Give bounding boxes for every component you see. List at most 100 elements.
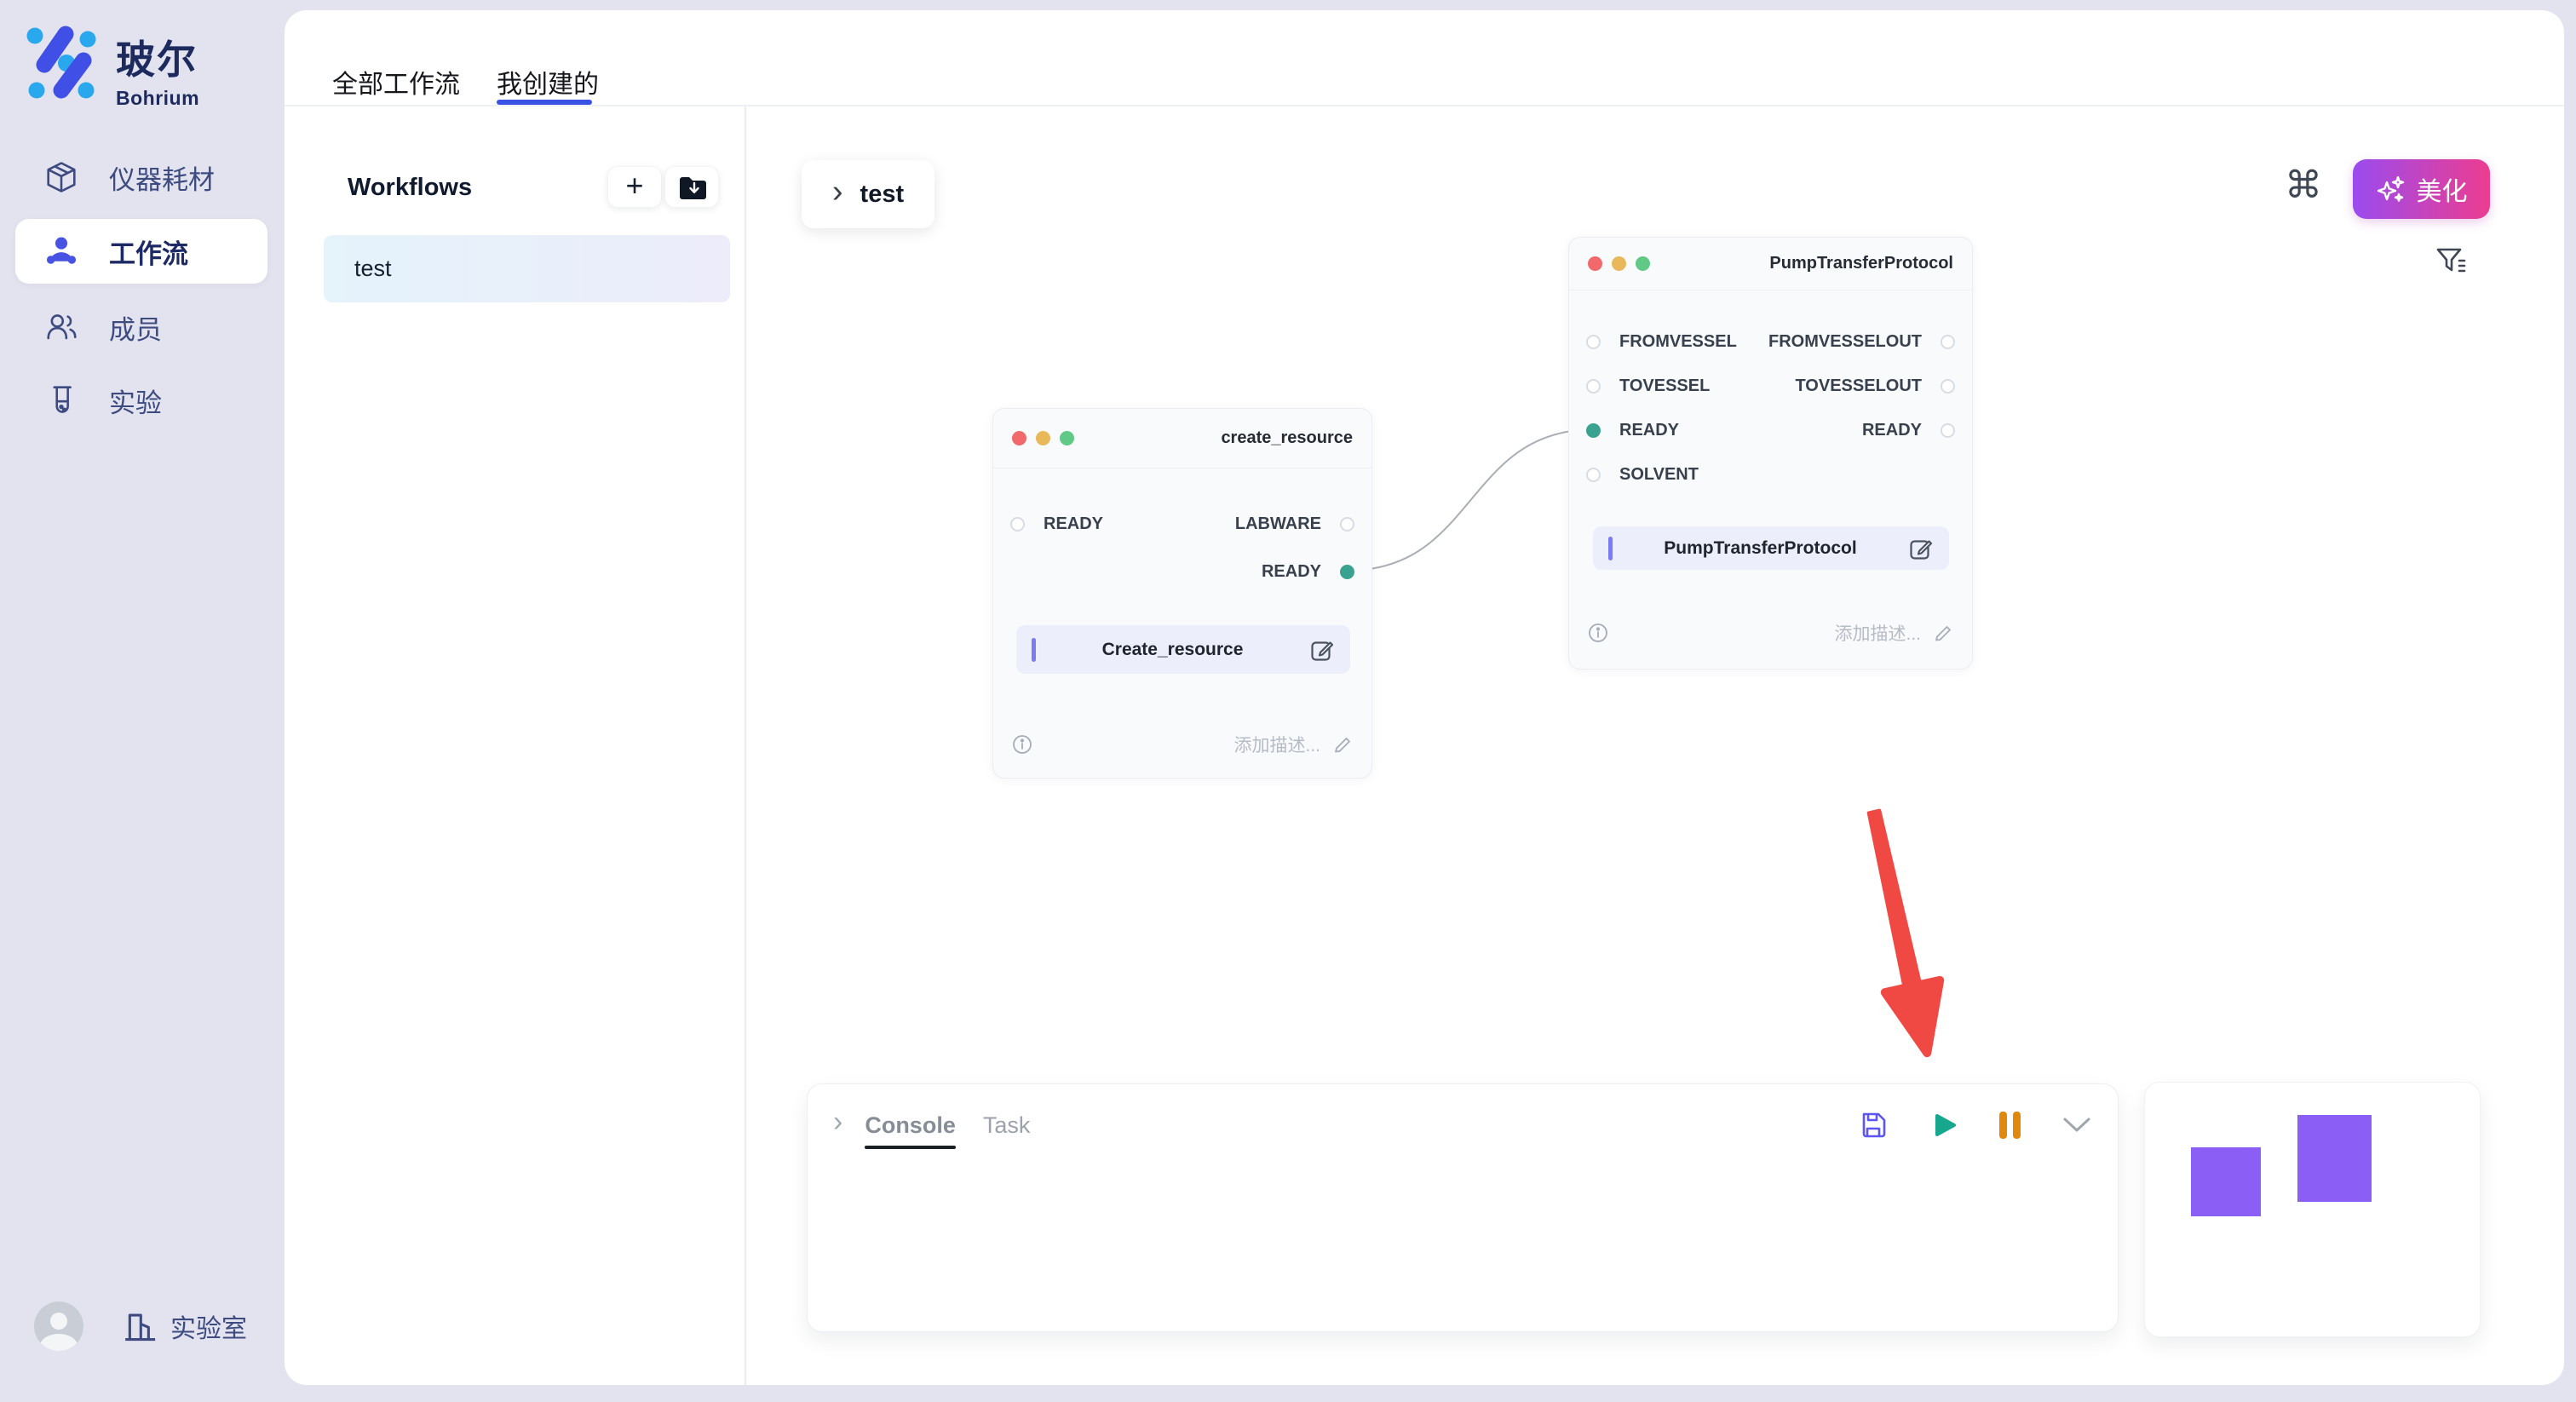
port-output-ready[interactable]: READY bbox=[1862, 420, 1955, 440]
port-label: FROMVESSELOUT bbox=[1768, 332, 1922, 352]
panel-divider bbox=[745, 106, 746, 1385]
main-content: 全部工作流 我创建的 Workflows + test › test ⌘ bbox=[285, 10, 2564, 1385]
port-input-ready[interactable]: READY bbox=[1010, 514, 1103, 534]
port-label: LABWARE bbox=[1235, 514, 1321, 534]
chevron-down-icon[interactable] bbox=[2061, 1116, 2092, 1135]
node-action-pill[interactable]: Create_resource bbox=[1016, 625, 1350, 674]
port-label: SOLVENT bbox=[1619, 465, 1699, 485]
port-input-tovessel[interactable]: TOVESSEL bbox=[1586, 376, 1710, 396]
port-output-tovesselout[interactable]: TOVESSELOUT bbox=[1795, 376, 1955, 396]
info-icon[interactable] bbox=[1588, 623, 1608, 643]
port-circle[interactable] bbox=[1010, 517, 1025, 531]
port-label: READY bbox=[1862, 421, 1922, 440]
node-pump-transfer-protocol[interactable]: PumpTransferProtocol FROMVESSEL TOVESSEL… bbox=[1568, 237, 1973, 669]
tab-console[interactable]: Console bbox=[865, 1112, 956, 1139]
brand-name-zh: 玻尔 bbox=[116, 29, 199, 85]
node-action-pill[interactable]: PumpTransferProtocol bbox=[1593, 526, 1949, 570]
port-circle[interactable] bbox=[1941, 423, 1955, 438]
beautify-label: 美化 bbox=[2417, 170, 2468, 208]
minimap-node bbox=[2191, 1147, 2261, 1216]
port-input-solvent[interactable]: SOLVENT bbox=[1586, 464, 1699, 485]
tab-task[interactable]: Task bbox=[983, 1112, 1031, 1139]
workflow-list-item-test[interactable]: test bbox=[324, 235, 730, 302]
members-icon bbox=[44, 310, 78, 344]
port-circle[interactable] bbox=[1586, 379, 1601, 394]
node-footer: 添加描述... bbox=[1012, 727, 1353, 761]
pencil-icon[interactable] bbox=[1332, 734, 1353, 755]
sparkles-icon bbox=[2376, 174, 2406, 204]
canvas-breadcrumb[interactable]: › test bbox=[802, 160, 934, 228]
console-panel: › Console Task bbox=[807, 1083, 2119, 1332]
sidebar-item-label: 实验 bbox=[109, 382, 162, 420]
console-actions bbox=[1858, 1110, 2092, 1141]
collapse-chevron-icon[interactable]: › bbox=[833, 1106, 842, 1139]
minimap-node bbox=[2297, 1115, 2372, 1202]
traffic-red-dot bbox=[1012, 431, 1026, 445]
pencil-icon[interactable] bbox=[1933, 623, 1953, 643]
port-output-fromvesselout[interactable]: FROMVESSELOUT bbox=[1768, 331, 1955, 352]
node-create-resource[interactable]: create_resource READY LABWARE READY Crea… bbox=[992, 408, 1372, 779]
save-icon[interactable] bbox=[1858, 1110, 1889, 1141]
port-circle[interactable] bbox=[1340, 565, 1354, 579]
sidebar-item-workflow[interactable]: 工作流 bbox=[15, 219, 267, 284]
port-circle[interactable] bbox=[1586, 335, 1601, 349]
sidebar-footer: 实验室 bbox=[34, 1301, 247, 1351]
sidebar-item-label: 成员 bbox=[109, 308, 162, 347]
beautify-button[interactable]: 美化 bbox=[2353, 159, 2490, 219]
user-avatar[interactable] bbox=[34, 1301, 83, 1351]
filter-icon[interactable] bbox=[2433, 244, 2469, 279]
tab-all-workflows[interactable]: 全部工作流 bbox=[332, 63, 460, 101]
bohrium-workflow-app: 玻尔 Bohrium 仪器耗材 工作流 bbox=[0, 0, 2576, 1402]
play-icon[interactable] bbox=[1929, 1110, 1959, 1141]
folder-download-icon bbox=[677, 175, 706, 200]
breadcrumb-label: test bbox=[860, 181, 905, 209]
add-workflow-button[interactable]: + bbox=[607, 166, 662, 208]
edit-icon[interactable] bbox=[1309, 637, 1335, 663]
port-circle[interactable] bbox=[1586, 423, 1601, 438]
sidebar-item-instruments[interactable]: 仪器耗材 bbox=[15, 150, 267, 204]
console-header: › Console Task bbox=[833, 1106, 2092, 1144]
workspace-label[interactable]: 实验室 bbox=[170, 1307, 247, 1345]
workflow-item-label: test bbox=[354, 256, 392, 282]
traffic-green-dot bbox=[1636, 256, 1650, 271]
pill-label: Create_resource bbox=[1036, 640, 1309, 660]
traffic-yellow-dot bbox=[1612, 256, 1626, 271]
tab-created-by-me[interactable]: 我创建的 bbox=[497, 63, 599, 101]
traffic-yellow-dot bbox=[1036, 431, 1050, 445]
bohrium-logo-icon bbox=[26, 24, 101, 101]
port-input-fromvessel[interactable]: FROMVESSEL bbox=[1586, 331, 1737, 352]
package-icon bbox=[44, 160, 78, 194]
sidebar-item-members[interactable]: 成员 bbox=[15, 300, 267, 354]
pill-label: PumpTransferProtocol bbox=[1613, 538, 1908, 559]
sidebar: 玻尔 Bohrium 仪器耗材 工作流 bbox=[0, 0, 285, 1402]
port-output-labware[interactable]: LABWARE bbox=[1235, 514, 1354, 534]
traffic-green-dot bbox=[1060, 431, 1074, 445]
info-icon[interactable] bbox=[1012, 734, 1032, 755]
minimap[interactable] bbox=[2144, 1082, 2481, 1337]
node-title: PumpTransferProtocol bbox=[1769, 254, 1953, 273]
command-icon[interactable]: ⌘ bbox=[2285, 164, 2322, 207]
import-folder-button[interactable] bbox=[664, 166, 719, 208]
traffic-red-dot bbox=[1588, 256, 1602, 271]
port-circle[interactable] bbox=[1340, 517, 1354, 531]
port-circle[interactable] bbox=[1941, 335, 1955, 349]
port-circle[interactable] bbox=[1586, 468, 1601, 482]
description-placeholder[interactable]: 添加描述... bbox=[1233, 732, 1320, 757]
brand-name-en: Bohrium bbox=[116, 87, 199, 110]
workflow-icon bbox=[44, 234, 78, 268]
port-input-ready[interactable]: READY bbox=[1586, 420, 1679, 440]
brand-logo[interactable]: 玻尔 Bohrium bbox=[26, 24, 199, 110]
pause-icon[interactable] bbox=[1999, 1111, 2021, 1140]
sidebar-item-experiments[interactable]: 实验 bbox=[15, 373, 267, 428]
description-placeholder[interactable]: 添加描述... bbox=[1834, 620, 1921, 646]
chevron-right-icon: › bbox=[832, 174, 843, 210]
node-header: PumpTransferProtocol bbox=[1569, 238, 1972, 290]
edit-icon[interactable] bbox=[1908, 536, 1934, 561]
port-output-ready[interactable]: READY bbox=[1262, 561, 1354, 582]
node-footer: 添加描述... bbox=[1588, 616, 1953, 650]
sidebar-item-label: 工作流 bbox=[109, 233, 188, 271]
port-circle[interactable] bbox=[1941, 379, 1955, 394]
sidebar-item-label: 仪器耗材 bbox=[109, 158, 215, 197]
annotation-arrow-red bbox=[1869, 811, 1941, 1054]
port-label: READY bbox=[1619, 421, 1679, 440]
